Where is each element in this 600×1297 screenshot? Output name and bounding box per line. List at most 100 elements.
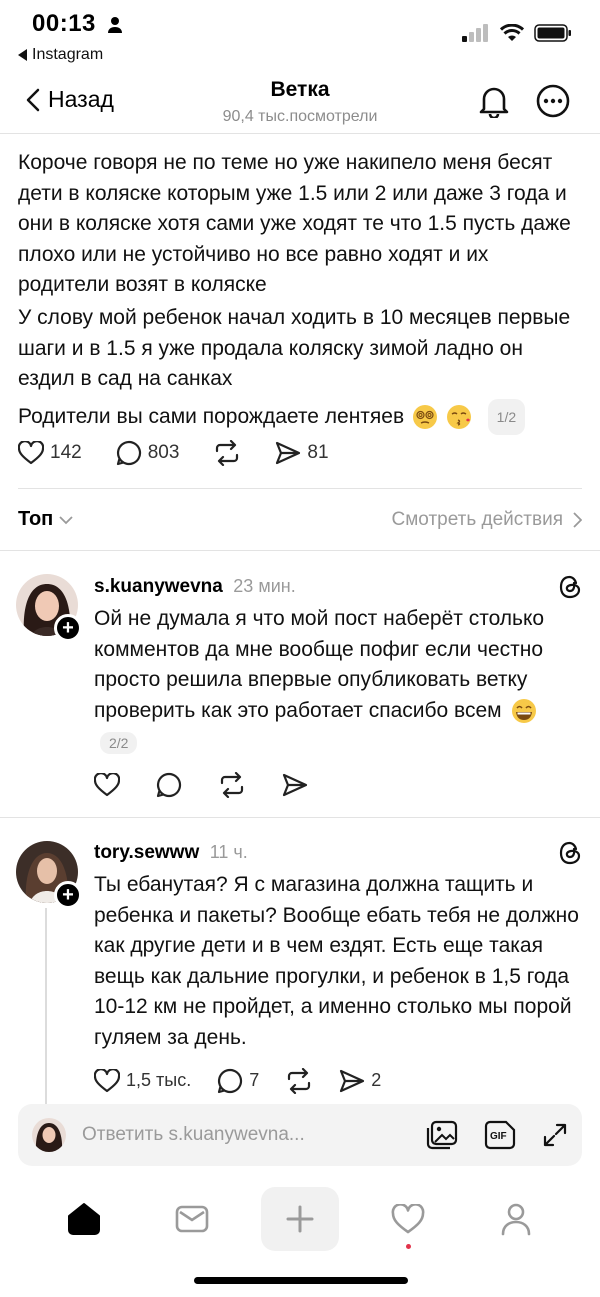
bottom-tab-bar	[0, 1184, 600, 1254]
comment-1-reply-button[interactable]	[156, 772, 182, 798]
repost-icon	[220, 772, 244, 799]
post-last-line: Родители вы сами порождаете лентяев 1/2	[18, 398, 584, 436]
heart-icon	[94, 773, 120, 797]
post-actions: 142 803 81	[18, 440, 329, 466]
comment-bubble-icon	[218, 1068, 243, 1093]
comment-1-meta: s.kuanywevna 23 мин.	[94, 576, 296, 598]
comment-2-reply-button[interactable]: 7	[217, 1068, 259, 1094]
reply-tools: GIF	[426, 1120, 568, 1150]
like-button[interactable]: 142	[18, 441, 82, 465]
post-paragraph-1: Короче говоря не по теме но уже накипело…	[18, 151, 571, 297]
comment-1-time: 23 мин.	[233, 576, 296, 596]
notification-dot	[405, 1244, 411, 1249]
battery-icon	[534, 24, 571, 42]
comment-bubble-icon	[116, 440, 141, 466]
grinning-face-emoji-icon	[512, 699, 537, 724]
more-options-icon[interactable]	[536, 84, 570, 118]
wifi-icon	[500, 24, 524, 41]
signal-icon	[462, 24, 488, 42]
comment-1-actions	[94, 772, 582, 799]
heart-icon	[94, 1068, 120, 1092]
sort-row: Топ Смотреть действия	[18, 508, 582, 531]
comment-1-pager-wrap: 2/2	[100, 732, 582, 755]
heart-icon	[391, 1204, 425, 1234]
gif-icon[interactable]: GIF	[484, 1120, 516, 1150]
send-icon	[282, 774, 308, 797]
tab-activity[interactable]	[369, 1187, 447, 1251]
comment-1-username[interactable]: s.kuanywevna	[94, 576, 223, 597]
follow-plus-badge[interactable]: +	[54, 881, 82, 909]
comment-2-username[interactable]: tory.sewww	[94, 842, 199, 863]
chevron-down-icon	[59, 515, 73, 524]
comment-2: tory.sewww 11 ч. Ты ебанутая? Я с магази…	[94, 840, 582, 1094]
header-actions	[478, 84, 570, 118]
bell-icon[interactable]	[478, 84, 510, 118]
thread-connector-line	[45, 908, 47, 1104]
plus-icon	[286, 1205, 314, 1233]
send-icon	[276, 441, 301, 465]
sort-dropdown[interactable]: Топ	[18, 508, 73, 531]
comment-2-avatar-wrap[interactable]: +	[16, 841, 82, 909]
comment-1-like-button[interactable]	[94, 773, 120, 797]
status-indicators	[462, 24, 572, 42]
repost-icon	[288, 1067, 311, 1094]
like-count: 142	[50, 442, 82, 463]
reply-composer[interactable]: Ответить s.kuanywevna... GIF	[18, 1104, 582, 1166]
tab-create[interactable]	[261, 1187, 339, 1251]
comment-2-like-button[interactable]: 1,5 тыс.	[94, 1068, 192, 1093]
sort-label: Топ	[18, 508, 54, 530]
comment-1-text: Ой не думала я что мой пост наберёт стол…	[94, 607, 545, 722]
share-button[interactable]: 81	[275, 441, 329, 465]
kissing-face-emoji-icon	[446, 405, 471, 430]
reply-avatar	[32, 1118, 66, 1152]
comment-1-repost-button[interactable]	[218, 772, 246, 799]
comment-1-share-button[interactable]	[282, 773, 308, 797]
threads-logo-icon	[559, 841, 581, 865]
comment-2-reply-count: 7	[249, 1070, 260, 1091]
comment-2-share-button[interactable]: 2	[339, 1069, 381, 1093]
comment-2-like-count: 1,5 тыс.	[126, 1070, 192, 1091]
tab-profile[interactable]	[477, 1187, 555, 1251]
view-activity-link[interactable]: Смотреть действия	[392, 509, 582, 531]
comment-bubble-icon	[156, 773, 182, 798]
sort-divider	[0, 550, 600, 551]
reply-input[interactable]: Ответить s.kuanywevna...	[82, 1124, 426, 1146]
post-body: Короче говоря не по теме но уже накипело…	[18, 148, 584, 437]
back-to-app[interactable]: Instagram	[18, 46, 103, 64]
send-icon	[340, 1069, 365, 1092]
comment-1-text-wrap: Ой не думала я что мой пост наберёт стол…	[94, 604, 582, 726]
avatar-photo-icon	[32, 1118, 66, 1152]
gallery-icon[interactable]	[426, 1120, 458, 1150]
tab-home[interactable]	[45, 1187, 123, 1251]
post-paragraph-2: У слову мой ребенок начал ходить в 10 ме…	[18, 305, 571, 391]
dizzy-face-emoji-icon	[412, 405, 437, 430]
comment-1-pager-badge: 2/2	[100, 732, 138, 755]
home-icon	[68, 1203, 100, 1235]
repost-icon	[216, 440, 239, 466]
comment-2-actions: 1,5 тыс. 7 2	[94, 1067, 582, 1094]
back-triangle-icon	[18, 49, 27, 61]
comment-button[interactable]: 803	[116, 440, 179, 466]
heart-icon	[18, 441, 44, 465]
envelope-icon	[175, 1205, 209, 1233]
post-last-line-text: Родители вы сами порождаете лентяев	[18, 404, 405, 428]
follow-plus-badge[interactable]: +	[54, 614, 82, 642]
repost-button[interactable]	[213, 440, 241, 466]
svg-text:GIF: GIF	[490, 1131, 507, 1142]
expand-icon[interactable]	[542, 1122, 568, 1148]
share-count: 81	[307, 442, 329, 463]
comment-2-repost-button[interactable]	[285, 1067, 313, 1094]
status-time-text: 00:13	[32, 10, 96, 37]
comment-1-avatar-wrap[interactable]: +	[16, 574, 82, 642]
header-divider	[0, 133, 600, 134]
comment-2-text: Ты ебанутая? Я с магазина должна тащить …	[94, 873, 579, 1049]
profile-icon	[501, 1203, 531, 1236]
home-indicator	[194, 1277, 408, 1284]
comment-2-time: 11 ч.	[209, 842, 248, 862]
tab-messages[interactable]	[153, 1187, 231, 1251]
back-app-label: Instagram	[32, 46, 104, 63]
chevron-right-icon	[573, 511, 582, 528]
post-divider	[18, 488, 582, 489]
comment-2-share-count: 2	[371, 1070, 382, 1091]
view-activity-label: Смотреть действия	[391, 508, 563, 530]
